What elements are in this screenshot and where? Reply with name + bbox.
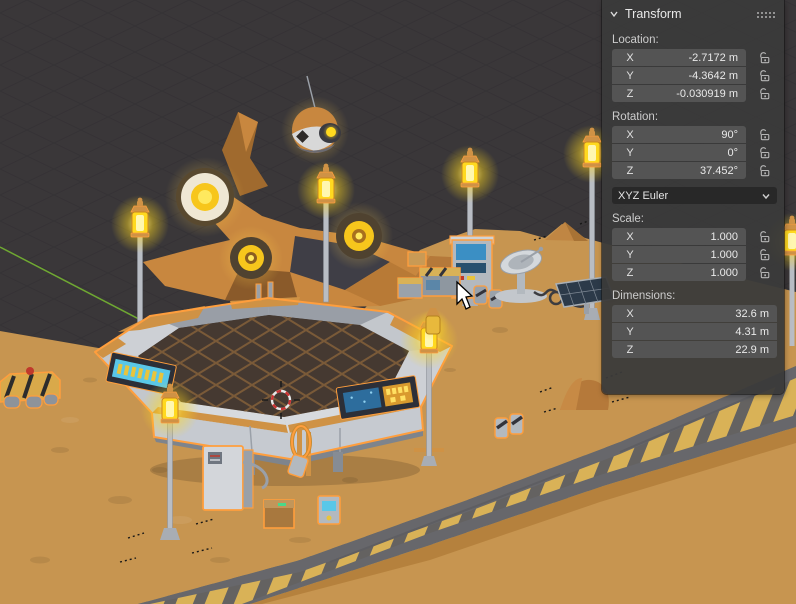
- chevron-down-icon[interactable]: [609, 9, 619, 19]
- blender-window: Transform Location: X -2.7172 m Y -4.364…: [0, 0, 796, 604]
- dimensions-z-field[interactable]: Z 22.9 m: [612, 341, 777, 358]
- unlock-icon[interactable]: [758, 146, 771, 159]
- rotation-x-row: X 90°: [612, 126, 784, 143]
- unlock-icon[interactable]: [758, 266, 771, 279]
- rotation-x-field[interactable]: X 90°: [612, 126, 746, 143]
- scanner-device[interactable]: [318, 496, 340, 524]
- transform-panel-header[interactable]: Transform: [602, 0, 784, 25]
- scale-fields: X 1.000 Y 1.000 Z 1.000: [612, 228, 784, 281]
- transform-panel: Transform Location: X -2.7172 m Y -4.364…: [602, 0, 784, 394]
- unlock-icon[interactable]: [758, 69, 771, 82]
- unlock-icon[interactable]: [758, 248, 771, 261]
- unlock-icon[interactable]: [758, 128, 771, 141]
- dimensions-fields: X 32.6 m Y 4.31 m Z 22.9 m: [612, 305, 784, 358]
- location-fields: X -2.7172 m Y -4.3642 m Z -0.030919 m: [612, 49, 784, 102]
- rotation-fields: X 90° Y 0° Z 37.452°: [612, 126, 784, 179]
- location-y-row: Y -4.3642 m: [612, 67, 784, 84]
- drag-handle-dots-icon[interactable]: [756, 11, 775, 18]
- unlock-icon[interactable]: [758, 51, 771, 64]
- brown-crate[interactable]: [264, 500, 294, 528]
- dimensions-x-row: X 32.6 m: [612, 305, 784, 322]
- rotation-y-field[interactable]: Y 0°: [612, 144, 746, 161]
- dimensions-y-field[interactable]: Y 4.31 m: [612, 323, 777, 340]
- scale-y-field[interactable]: Y 1.000: [612, 246, 746, 263]
- unlock-icon[interactable]: [758, 164, 771, 177]
- engine-left: [165, 157, 245, 237]
- location-x-field[interactable]: X -2.7172 m: [612, 49, 746, 66]
- panel-title: Transform: [625, 7, 682, 21]
- rotation-z-field[interactable]: Z 37.452°: [612, 162, 746, 179]
- scale-x-row: X 1.000: [612, 228, 784, 245]
- dimensions-y-row: Y 4.31 m: [612, 323, 784, 340]
- unlock-icon[interactable]: [758, 230, 771, 243]
- location-y-field[interactable]: Y -4.3642 m: [612, 67, 746, 84]
- scale-z-field[interactable]: Z 1.000: [612, 264, 746, 281]
- rotation-mode-dropdown[interactable]: XYZ Euler: [612, 187, 777, 204]
- location-label: Location:: [612, 34, 774, 46]
- location-z-row: Z -0.030919 m: [612, 85, 784, 102]
- dimensions-label: Dimensions:: [612, 290, 774, 302]
- scale-x-field[interactable]: X 1.000: [612, 228, 746, 245]
- rotation-label: Rotation:: [612, 111, 774, 123]
- location-x-row: X -2.7172 m: [612, 49, 784, 66]
- engine-mid: [219, 226, 283, 290]
- unlock-icon[interactable]: [758, 87, 771, 100]
- scale-y-row: Y 1.000: [612, 246, 784, 263]
- chevron-down-icon: [761, 191, 771, 201]
- scale-z-row: Z 1.000: [612, 264, 784, 281]
- rotation-y-row: Y 0°: [612, 144, 784, 161]
- dimensions-x-field[interactable]: X 32.6 m: [612, 305, 777, 322]
- location-z-field[interactable]: Z -0.030919 m: [612, 85, 746, 102]
- scale-label: Scale:: [612, 213, 774, 225]
- rotation-z-row: Z 37.452°: [612, 162, 784, 179]
- dimensions-z-row: Z 22.9 m: [612, 341, 784, 358]
